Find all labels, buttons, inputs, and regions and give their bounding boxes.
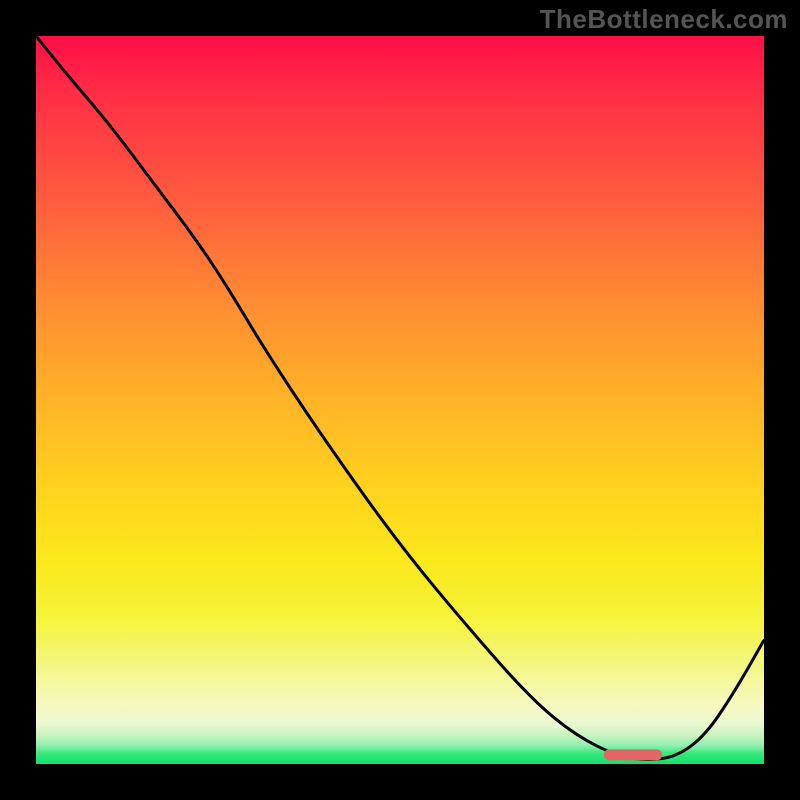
curve-layer (36, 36, 764, 764)
optimal-marker (604, 749, 662, 760)
watermark-label: TheBottleneck.com (540, 4, 788, 35)
bottleneck-curve (36, 36, 764, 759)
chart-frame: TheBottleneck.com (0, 0, 800, 800)
